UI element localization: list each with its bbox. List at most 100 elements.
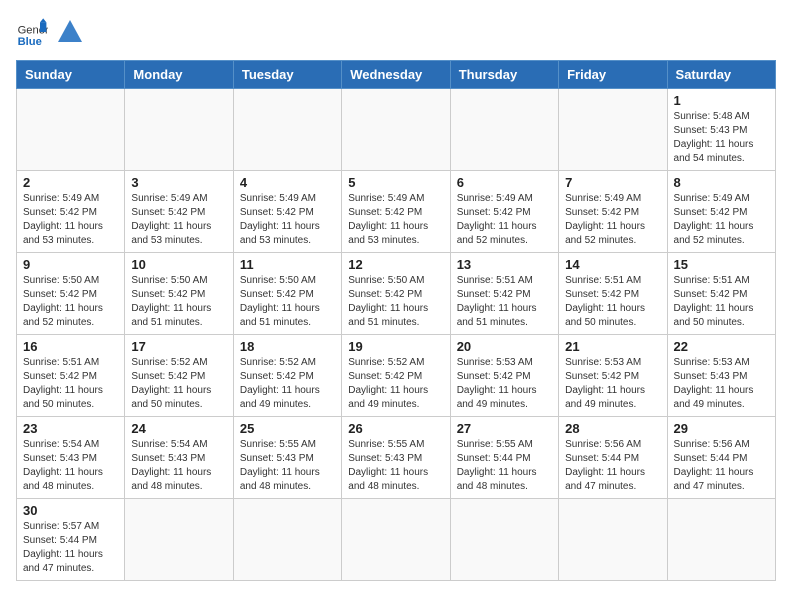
calendar-cell: 19 Sunrise: 5:52 AM Sunset: 5:42 PM Dayli… <box>342 335 450 417</box>
day-number: 27 <box>457 421 552 436</box>
weekday-header-sunday: Sunday <box>17 61 125 89</box>
day-info: Sunrise: 5:52 AM Sunset: 5:42 PM Dayligh… <box>131 356 226 412</box>
logo-icon: General Blue <box>16 16 48 48</box>
day-number: 1 <box>674 93 769 108</box>
calendar-cell: 11Sunrise: 5:50 AM Sunset: 5:42 PM Dayli… <box>233 253 341 335</box>
day-number: 30 <box>23 503 118 518</box>
calendar-cell: 30 Sunrise: 5:57 AM Sunset: 5:44 PM Dayli… <box>17 499 125 581</box>
calendar-cell: 6 Sunrise: 5:49 AM Sunset: 5:42 PM Daylig… <box>450 171 558 253</box>
day-info: Sunrise: 5:53 AM Sunset: 5:42 PM Dayligh… <box>565 356 660 412</box>
day-number: 13 <box>457 257 552 272</box>
logo: General Blue <box>16 16 84 48</box>
day-info: Sunrise: 5:50 AM Sunset: 5:42 PM Dayligh… <box>348 274 443 330</box>
day-info: Sunrise: 5:50 AM Sunset: 5:42 PM Dayligh… <box>131 274 226 330</box>
calendar-week-row: 2 Sunrise: 5:49 AM Sunset: 5:42 PM Daylig… <box>17 171 776 253</box>
calendar-cell: 12 Sunrise: 5:50 AM Sunset: 5:42 PM Dayli… <box>342 253 450 335</box>
calendar-cell: 9Sunrise: 5:50 AM Sunset: 5:42 PM Daylig… <box>17 253 125 335</box>
day-number: 2 <box>23 175 118 190</box>
day-info: Sunrise: 5:57 AM Sunset: 5:44 PM Dayligh… <box>23 520 118 576</box>
day-number: 14 <box>565 257 660 272</box>
calendar-week-row: 23 Sunrise: 5:54 AM Sunset: 5:43 PM Dayli… <box>17 417 776 499</box>
calendar-cell: 17 Sunrise: 5:52 AM Sunset: 5:42 PM Dayli… <box>125 335 233 417</box>
calendar-cell: 16 Sunrise: 5:51 AM Sunset: 5:42 PM Dayli… <box>17 335 125 417</box>
calendar-cell <box>17 89 125 171</box>
day-number: 12 <box>348 257 443 272</box>
calendar-cell: 27Sunrise: 5:55 AM Sunset: 5:44 PM Dayli… <box>450 417 558 499</box>
calendar-cell <box>125 89 233 171</box>
day-number: 28 <box>565 421 660 436</box>
day-number: 24 <box>131 421 226 436</box>
day-number: 19 <box>348 339 443 354</box>
calendar-cell <box>667 499 775 581</box>
calendar-cell: 5Sunrise: 5:49 AM Sunset: 5:42 PM Daylig… <box>342 171 450 253</box>
day-number: 6 <box>457 175 552 190</box>
day-number: 29 <box>674 421 769 436</box>
day-number: 3 <box>131 175 226 190</box>
calendar-cell <box>233 499 341 581</box>
day-info: Sunrise: 5:51 AM Sunset: 5:42 PM Dayligh… <box>674 274 769 330</box>
weekday-header-tuesday: Tuesday <box>233 61 341 89</box>
day-number: 10 <box>131 257 226 272</box>
day-number: 21 <box>565 339 660 354</box>
calendar-cell <box>342 89 450 171</box>
day-info: Sunrise: 5:56 AM Sunset: 5:44 PM Dayligh… <box>674 438 769 494</box>
calendar-cell: 4 Sunrise: 5:49 AM Sunset: 5:42 PM Daylig… <box>233 171 341 253</box>
calendar-cell: 29 Sunrise: 5:56 AM Sunset: 5:44 PM Dayli… <box>667 417 775 499</box>
calendar-cell <box>559 89 667 171</box>
calendar-cell: 8 Sunrise: 5:49 AM Sunset: 5:42 PM Daylig… <box>667 171 775 253</box>
day-info: Sunrise: 5:55 AM Sunset: 5:43 PM Dayligh… <box>240 438 335 494</box>
day-number: 8 <box>674 175 769 190</box>
day-number: 7 <box>565 175 660 190</box>
calendar-week-row: 16 Sunrise: 5:51 AM Sunset: 5:42 PM Dayli… <box>17 335 776 417</box>
day-info: Sunrise: 5:53 AM Sunset: 5:43 PM Dayligh… <box>674 356 769 412</box>
header: General Blue <box>16 16 776 48</box>
svg-text:Blue: Blue <box>18 36 42 48</box>
calendar-week-row: 1Sunrise: 5:48 AM Sunset: 5:43 PM Daylig… <box>17 89 776 171</box>
day-number: 23 <box>23 421 118 436</box>
day-number: 15 <box>674 257 769 272</box>
day-number: 26 <box>348 421 443 436</box>
day-info: Sunrise: 5:52 AM Sunset: 5:42 PM Dayligh… <box>348 356 443 412</box>
calendar-cell: 22Sunrise: 5:53 AM Sunset: 5:43 PM Dayli… <box>667 335 775 417</box>
weekday-header-row: SundayMondayTuesdayWednesdayThursdayFrid… <box>17 61 776 89</box>
calendar-table: SundayMondayTuesdayWednesdayThursdayFrid… <box>16 60 776 581</box>
calendar-cell <box>450 89 558 171</box>
day-number: 16 <box>23 339 118 354</box>
day-info: Sunrise: 5:49 AM Sunset: 5:42 PM Dayligh… <box>240 192 335 248</box>
calendar-week-row: 9Sunrise: 5:50 AM Sunset: 5:42 PM Daylig… <box>17 253 776 335</box>
day-info: Sunrise: 5:49 AM Sunset: 5:42 PM Dayligh… <box>674 192 769 248</box>
weekday-header-monday: Monday <box>125 61 233 89</box>
day-info: Sunrise: 5:49 AM Sunset: 5:42 PM Dayligh… <box>23 192 118 248</box>
calendar-cell: 2 Sunrise: 5:49 AM Sunset: 5:42 PM Daylig… <box>17 171 125 253</box>
day-info: Sunrise: 5:51 AM Sunset: 5:42 PM Dayligh… <box>565 274 660 330</box>
day-info: Sunrise: 5:50 AM Sunset: 5:42 PM Dayligh… <box>23 274 118 330</box>
calendar-cell: 20 Sunrise: 5:53 AM Sunset: 5:42 PM Dayli… <box>450 335 558 417</box>
calendar-cell: 15 Sunrise: 5:51 AM Sunset: 5:42 PM Dayli… <box>667 253 775 335</box>
day-number: 20 <box>457 339 552 354</box>
calendar-cell: 1Sunrise: 5:48 AM Sunset: 5:43 PM Daylig… <box>667 89 775 171</box>
calendar-cell: 21 Sunrise: 5:53 AM Sunset: 5:42 PM Dayli… <box>559 335 667 417</box>
day-info: Sunrise: 5:49 AM Sunset: 5:42 PM Dayligh… <box>457 192 552 248</box>
calendar-cell: 23Sunrise: 5:54 AM Sunset: 5:43 PM Dayli… <box>17 417 125 499</box>
day-info: Sunrise: 5:49 AM Sunset: 5:42 PM Dayligh… <box>565 192 660 248</box>
day-info: Sunrise: 5:52 AM Sunset: 5:42 PM Dayligh… <box>240 356 335 412</box>
day-info: Sunrise: 5:53 AM Sunset: 5:42 PM Dayligh… <box>457 356 552 412</box>
calendar-cell: 14 Sunrise: 5:51 AM Sunset: 5:42 PM Dayli… <box>559 253 667 335</box>
day-info: Sunrise: 5:51 AM Sunset: 5:42 PM Dayligh… <box>457 274 552 330</box>
day-info: Sunrise: 5:54 AM Sunset: 5:43 PM Dayligh… <box>131 438 226 494</box>
calendar-cell: 3 Sunrise: 5:49 AM Sunset: 5:42 PM Daylig… <box>125 171 233 253</box>
calendar-cell: 13 Sunrise: 5:51 AM Sunset: 5:42 PM Dayli… <box>450 253 558 335</box>
calendar-cell: 18Sunrise: 5:52 AM Sunset: 5:42 PM Dayli… <box>233 335 341 417</box>
calendar-week-row: 30 Sunrise: 5:57 AM Sunset: 5:44 PM Dayli… <box>17 499 776 581</box>
calendar-cell <box>125 499 233 581</box>
calendar-cell <box>559 499 667 581</box>
day-info: Sunrise: 5:50 AM Sunset: 5:42 PM Dayligh… <box>240 274 335 330</box>
calendar-cell: 26Sunrise: 5:55 AM Sunset: 5:43 PM Dayli… <box>342 417 450 499</box>
weekday-header-friday: Friday <box>559 61 667 89</box>
calendar-cell: 25Sunrise: 5:55 AM Sunset: 5:43 PM Dayli… <box>233 417 341 499</box>
day-info: Sunrise: 5:49 AM Sunset: 5:42 PM Dayligh… <box>131 192 226 248</box>
calendar-cell <box>233 89 341 171</box>
day-info: Sunrise: 5:51 AM Sunset: 5:42 PM Dayligh… <box>23 356 118 412</box>
day-number: 4 <box>240 175 335 190</box>
day-number: 17 <box>131 339 226 354</box>
